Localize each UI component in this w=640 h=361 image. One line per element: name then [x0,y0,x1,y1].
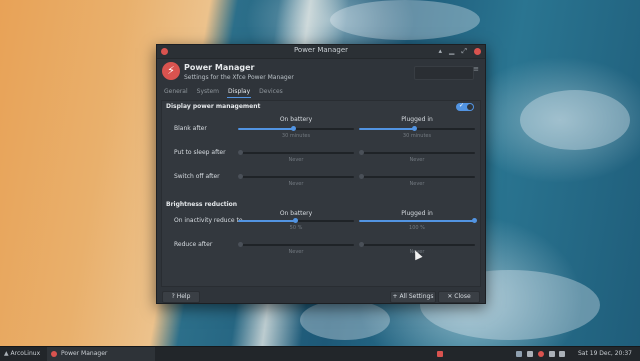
switch-off-after-label: Switch off after [174,173,220,180]
settings-icon: + [392,293,398,300]
wallpaper-foam [330,0,480,40]
taskbar: ▲ ArcoLinux Power Manager Sat 19 Dec, 20… [0,346,640,361]
sleep-after-battery-value: Never [288,157,304,163]
taskbar-task-power-manager[interactable]: Power Manager [47,347,155,361]
power-icon: ⚡ [162,62,180,80]
reduce-after-plugged-slider[interactable] [359,242,475,247]
slider-handle[interactable] [359,150,364,155]
screen-tray-icon[interactable] [527,351,533,357]
help-button[interactable]: ? Help [162,291,200,303]
volume-tray-icon[interactable] [559,351,565,357]
slider-handle[interactable] [238,242,243,247]
reduce-after-label: Reduce after [174,241,213,248]
reduce-after-battery-slider[interactable] [238,242,354,247]
window-titlebar[interactable]: Power Manager ▴ ▁ ⤢ [157,45,485,59]
sleep-after-battery-slider[interactable] [238,150,354,155]
clock[interactable]: Sat 19 Dec, 20:37 [578,347,632,361]
slider-fill [359,220,475,222]
power-manager-window: Power Manager ▴ ▁ ⤢ ⚡ Power Manager Sett… [156,44,486,304]
window-title: Power Manager [293,46,349,54]
shade-icon[interactable]: ▴ [438,47,442,56]
wallpaper-foam [520,90,630,150]
dialog-button-bar: ? Help + All Settings ✕ Close [157,289,485,303]
tab-bar: General System Display Devices [157,87,485,98]
slider-fill [238,128,294,130]
network-tray-icon[interactable] [549,351,555,357]
close-window-icon[interactable] [474,48,481,55]
app-title: Power Manager [184,63,255,72]
all-settings-button[interactable]: + All Settings [390,291,436,303]
toggle-knob [467,104,473,110]
all-settings-label: All Settings [399,293,434,300]
arcolinux-logo-icon: ▲ [4,350,9,357]
blank-after-label: Blank after [174,125,207,132]
tab-display[interactable]: Display [227,87,252,98]
tab-devices[interactable]: Devices [258,87,284,97]
brightness-column-plugged-in: Plugged in [401,210,433,217]
header-search-field[interactable] [414,66,474,80]
close-button[interactable]: ✕ Close [438,291,480,303]
slider-handle[interactable] [359,242,364,247]
sleep-after-plugged-slider[interactable] [359,150,475,155]
app-subtitle: Settings for the Xfce Power Manager [184,74,294,81]
wallpaper-foam [300,300,390,340]
help-icon: ? [171,293,175,300]
slider-handle[interactable] [472,218,477,223]
slider-handle[interactable] [290,126,296,131]
brightness-reduction-heading: Brightness reduction [166,201,238,208]
slider-handle[interactable] [293,218,298,223]
reduce-to-plugged-value: 100 % [409,225,425,231]
minimize-icon[interactable]: ▁ [449,47,454,56]
switch-off-plugged-slider[interactable] [359,174,475,179]
reduce-to-battery-value: 50 % [289,225,303,231]
tab-general[interactable]: General [163,87,189,97]
help-button-label: Help [176,293,191,300]
task-label: Power Manager [61,350,108,357]
column-plugged-in: Plugged in [401,116,433,123]
window-controls: ▴ ▁ ⤢ [438,47,481,56]
column-on-battery: On battery [279,116,313,123]
reduce-to-battery-slider[interactable] [238,218,354,223]
display-settings-panel: Display power management ✓ On battery Pl… [161,100,481,287]
slider-handle[interactable] [359,174,364,179]
switch-off-battery-value: Never [288,181,304,187]
switch-off-plugged-value: Never [409,181,425,187]
close-icon: ✕ [447,293,453,300]
blank-after-battery-value: 30 minutes [281,133,311,139]
app-header: ⚡ Power Manager Settings for the Xfce Po… [157,59,485,87]
slider-fill [238,220,296,222]
check-icon: ✓ [459,102,465,109]
blank-after-battery-slider[interactable] [238,126,354,131]
task-app-icon [51,347,57,361]
maximize-icon[interactable]: ⤢ [461,47,467,56]
slider-handle[interactable] [238,150,243,155]
display-power-management-toggle[interactable]: ✓ [456,102,474,111]
blank-after-plugged-slider[interactable] [359,126,475,131]
arcolinux-menu-button[interactable]: ▲ ArcoLinux [4,347,40,361]
reduce-to-label: On inactivity reduce to [174,217,243,224]
blank-after-plugged-value: 30 minutes [402,133,432,139]
slider-handle[interactable] [238,174,243,179]
menu-label: ArcoLinux [10,350,41,357]
reduce-after-battery-value: Never [288,249,304,255]
power-tray-icon[interactable] [437,351,443,357]
window-tray-icon[interactable] [516,351,522,357]
update-tray-icon[interactable] [538,351,544,357]
reduce-to-plugged-slider[interactable] [359,218,477,223]
slider-fill [359,128,415,130]
brightness-column-on-battery: On battery [279,210,313,217]
hamburger-menu-icon[interactable]: ≡ [473,65,479,73]
switch-off-battery-slider[interactable] [238,174,354,179]
display-power-management-heading: Display power management [166,103,261,110]
slider-handle[interactable] [411,126,417,131]
close-button-label: Close [454,293,471,300]
tab-system[interactable]: System [196,87,220,97]
sleep-after-plugged-value: Never [409,157,425,163]
sleep-after-label: Put to sleep after [174,149,226,156]
